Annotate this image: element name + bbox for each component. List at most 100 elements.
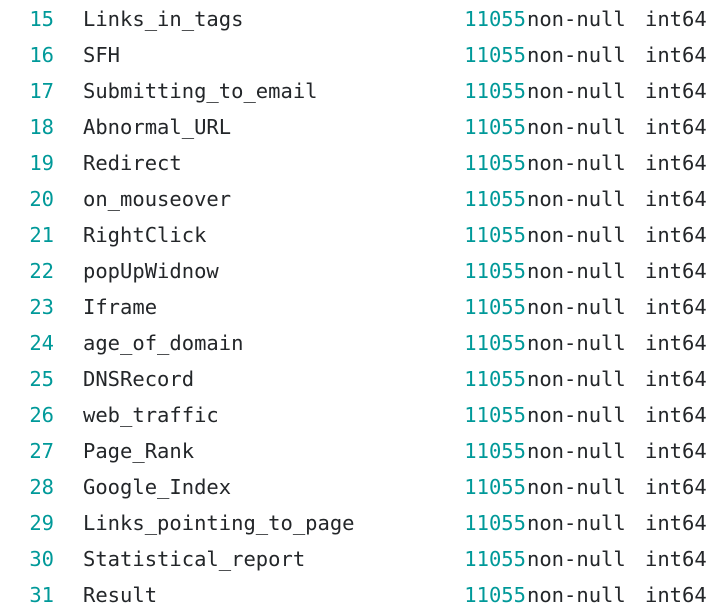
dtype-label: int64 [645,511,707,535]
non-null-label: non-null [527,43,626,67]
row-index: 28 [29,475,54,499]
non-null-count: 11055 [464,367,526,391]
non-null-label: non-null [527,259,626,283]
column-name: Links_in_tags [83,7,244,31]
column-name: Google_Index [83,475,232,499]
row-index: 29 [29,511,54,535]
column-name: on_mouseover [83,187,232,211]
table-row: 19 Redirect 11055 non-null int64 [0,145,721,181]
non-null-label: non-null [527,403,626,427]
table-row: 27 Page_Rank 11055 non-null int64 [0,433,721,469]
row-index: 19 [29,151,54,175]
table-row: 17 Submitting_to_email 11055 non-null int64 [0,73,721,109]
dtype-label: int64 [645,439,707,463]
non-null-count: 11055 [464,223,526,247]
table-row: 23 Iframe 11055 non-null int64 [0,289,721,325]
non-null-count: 11055 [464,295,526,319]
non-null-label: non-null [527,511,626,535]
table-row: 31 Result 11055 non-null int64 [0,577,721,613]
row-index: 15 [29,7,54,31]
dtype-label: int64 [645,547,707,571]
non-null-count: 11055 [464,439,526,463]
dtype-label: int64 [645,367,707,391]
non-null-count: 11055 [464,583,526,607]
dtype-label: int64 [645,583,707,607]
non-null-count: 11055 [464,259,526,283]
row-index: 24 [29,331,54,355]
row-index: 22 [29,259,54,283]
non-null-count: 11055 [464,475,526,499]
table-row: 21 RightClick 11055 non-null int64 [0,217,721,253]
column-name: web_traffic [83,403,219,427]
non-null-count: 11055 [464,187,526,211]
column-name: Redirect [83,151,182,175]
non-null-label: non-null [527,187,626,211]
non-null-label: non-null [527,223,626,247]
column-name: Statistical_report [83,547,306,571]
row-index: 23 [29,295,54,319]
column-name: Abnormal_URL [83,115,232,139]
dtype-label: int64 [645,7,707,31]
dtype-label: int64 [645,151,707,175]
table-row: 28 Google_Index 11055 non-null int64 [0,469,721,505]
table-row: 16 SFH 11055 non-null int64 [0,37,721,73]
column-name: Submitting_to_email [83,79,318,103]
column-name: RightClick [83,223,207,247]
non-null-count: 11055 [464,547,526,571]
dtype-label: int64 [645,79,707,103]
row-index: 26 [29,403,54,427]
dtype-label: int64 [645,403,707,427]
row-index: 17 [29,79,54,103]
row-index: 16 [29,43,54,67]
non-null-label: non-null [527,7,626,31]
non-null-label: non-null [527,331,626,355]
table-row: 29 Links_pointing_to_page 11055 non-null int… [0,505,721,541]
dtype-label: int64 [645,115,707,139]
row-index: 27 [29,439,54,463]
row-index: 25 [29,367,54,391]
non-null-count: 11055 [464,511,526,535]
column-name: DNSRecord [83,367,195,391]
dtype-label: int64 [645,43,707,67]
dtype-label: int64 [645,295,707,319]
row-index: 18 [29,115,54,139]
dtype-label: int64 [645,331,707,355]
dataframe-info-output: 15 Links_in_tags 11055 non-null int64 16 SFH 11… [0,0,721,614]
non-null-label: non-null [527,295,626,319]
table-row: 24 age_of_domain 11055 non-null int64 [0,325,721,361]
non-null-count: 11055 [464,43,526,67]
table-row: 22 popUpWidnow 11055 non-null int64 [0,253,721,289]
non-null-count: 11055 [464,115,526,139]
column-name: age_of_domain [83,331,244,355]
row-index: 20 [29,187,54,211]
column-name: popUpWidnow [83,259,219,283]
non-null-count: 11055 [464,331,526,355]
table-row: 18 Abnormal_URL 11055 non-null int64 [0,109,721,145]
non-null-label: non-null [527,79,626,103]
column-name: SFH [83,43,121,67]
row-index: 30 [29,547,54,571]
column-name: Links_pointing_to_page [83,511,355,535]
dtype-label: int64 [645,187,707,211]
column-name: Result [83,583,158,607]
column-name: Page_Rank [83,439,195,463]
dtype-label: int64 [645,259,707,283]
row-index: 31 [29,583,54,607]
table-row: 25 DNSRecord 11055 non-null int64 [0,361,721,397]
table-row: 30 Statistical_report 11055 non-null int64 [0,541,721,577]
dtype-label: int64 [645,223,707,247]
non-null-label: non-null [527,547,626,571]
non-null-label: non-null [527,115,626,139]
non-null-count: 11055 [464,151,526,175]
row-index: 21 [29,223,54,247]
table-row: 26 web_traffic 11055 non-null int64 [0,397,721,433]
table-row: 20 on_mouseover 11055 non-null int64 [0,181,721,217]
table-row: 15 Links_in_tags 11055 non-null int64 [0,1,721,37]
column-name: Iframe [83,295,158,319]
non-null-label: non-null [527,151,626,175]
non-null-count: 11055 [464,79,526,103]
non-null-label: non-null [527,475,626,499]
non-null-count: 11055 [464,7,526,31]
non-null-label: non-null [527,367,626,391]
non-null-label: non-null [527,439,626,463]
